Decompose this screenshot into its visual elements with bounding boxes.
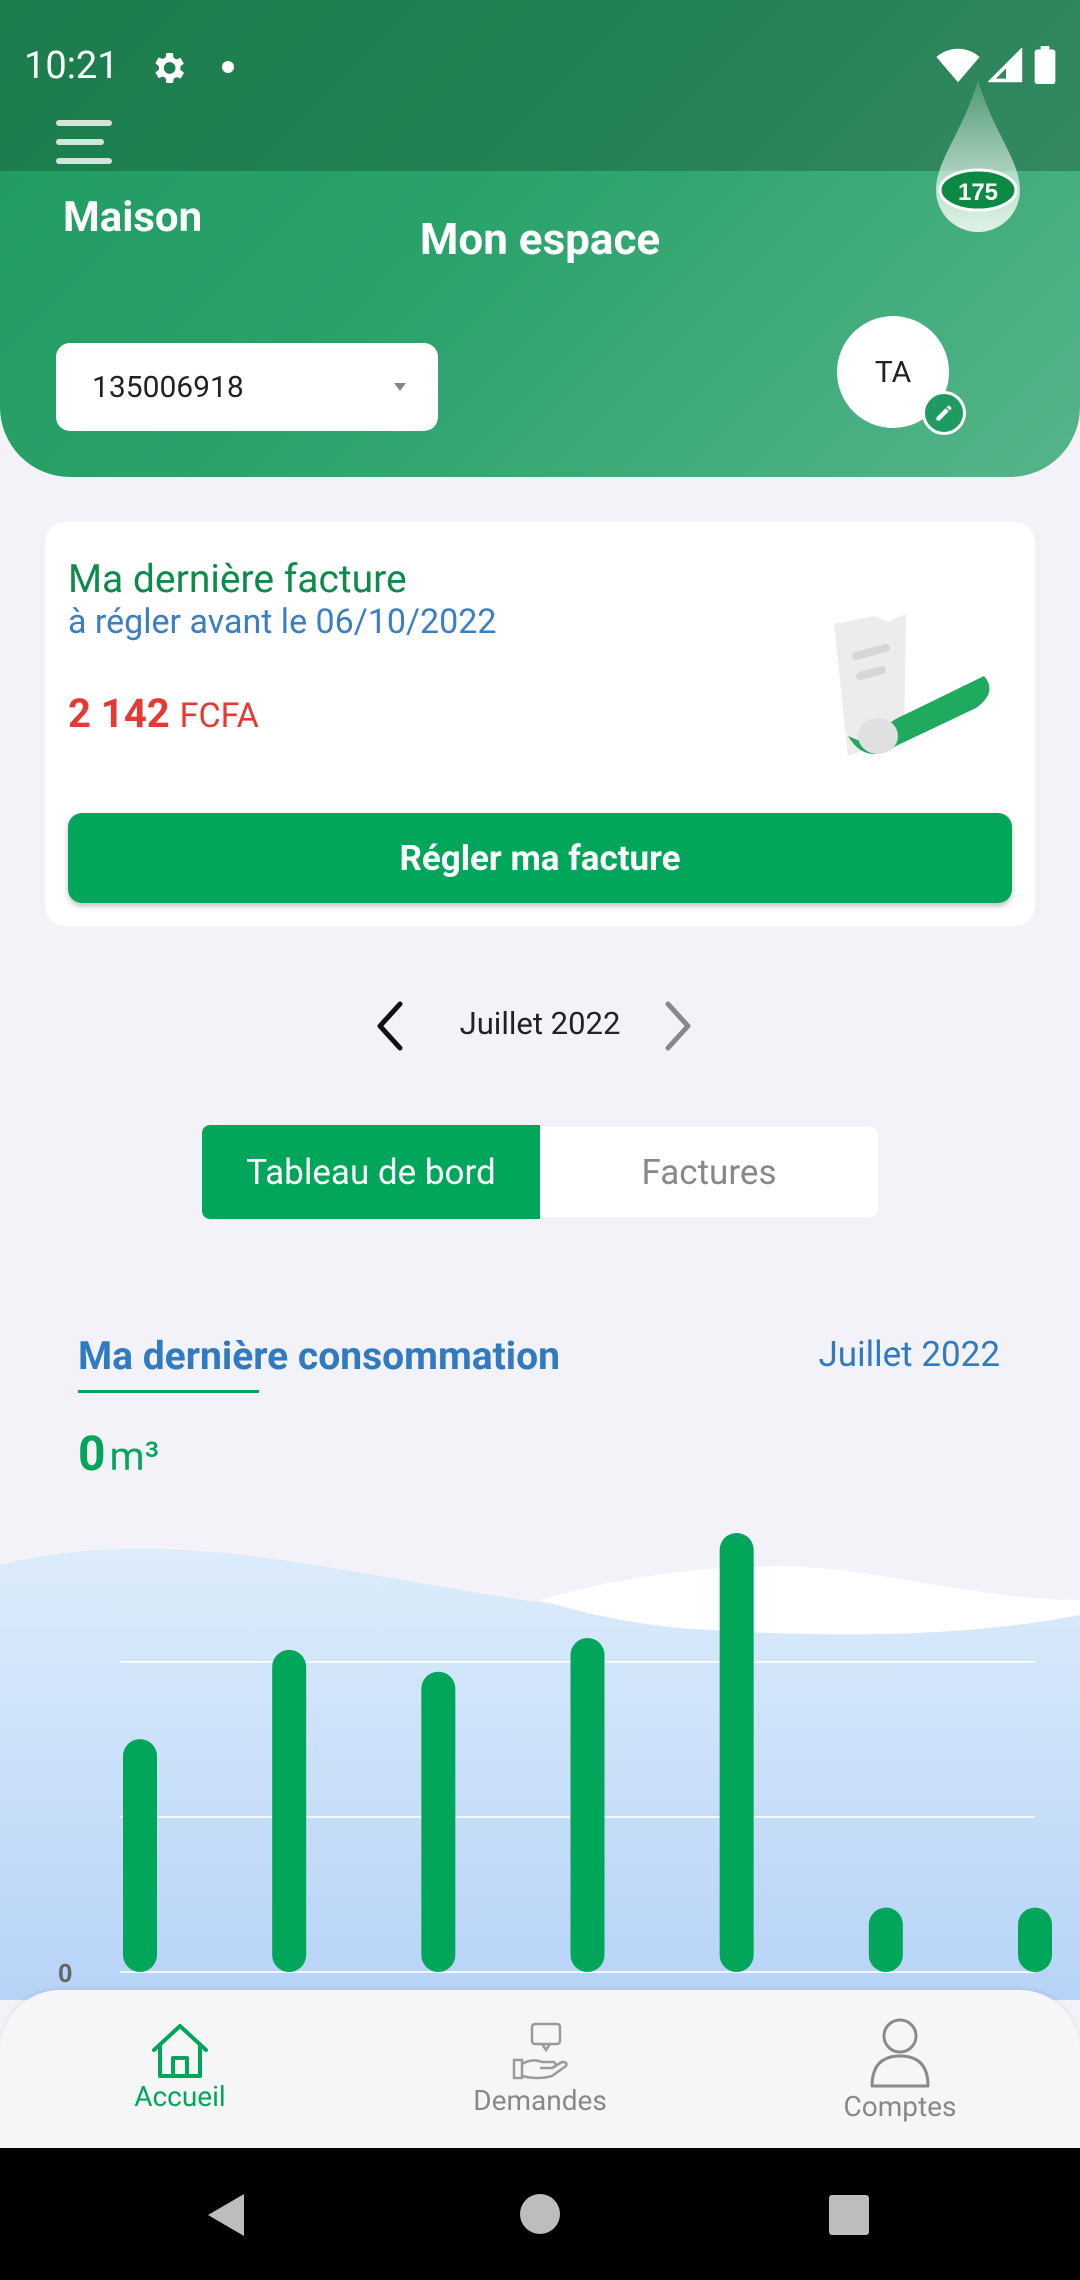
battery-icon	[1034, 46, 1056, 84]
home-icon	[152, 2024, 208, 2078]
chart-bar-3	[421, 1671, 456, 1972]
nav-requests[interactable]: Demandes	[460, 2020, 620, 2117]
notification-dot	[222, 61, 234, 73]
nav-accounts[interactable]: Comptes	[830, 2014, 970, 2123]
avatar-initials: TA	[874, 354, 912, 390]
account-icon	[870, 2018, 930, 2088]
account-number: 135006918	[92, 369, 244, 405]
back-icon[interactable]	[204, 2192, 248, 2238]
chart-bar-4	[570, 1637, 605, 1972]
invoice-title: Ma dernière facture	[68, 556, 407, 602]
menu-icon[interactable]	[56, 118, 112, 166]
title-underline	[78, 1390, 259, 1393]
consumption-unit: m³	[109, 1433, 160, 1480]
nav-home-label: Accueil	[134, 2080, 226, 2113]
pay-invoice-button[interactable]: Régler ma facture	[68, 813, 1012, 903]
previous-month-button[interactable]	[368, 996, 412, 1056]
y-tick-label: 0	[58, 1958, 72, 1988]
account-select[interactable]: 135006918	[56, 343, 438, 431]
consumption-chart: 0	[0, 1532, 1080, 2000]
nav-home[interactable]: Accueil	[110, 2020, 250, 2113]
signal-icon	[988, 48, 1023, 83]
chart-bar-7	[1018, 1907, 1052, 1972]
receipt-illustration	[834, 614, 990, 756]
month-label: Juillet 2022	[459, 1005, 621, 1042]
wifi-icon	[936, 48, 980, 83]
chart-bar-1	[123, 1739, 157, 1972]
requests-icon	[512, 2022, 568, 2080]
invoice-amount: 2 142 FCFA	[68, 690, 259, 737]
settings-icon	[155, 53, 184, 83]
brand-logo: 175	[936, 80, 1020, 232]
recents-icon[interactable]	[828, 2194, 870, 2236]
home-circle-icon[interactable]	[518, 2192, 562, 2236]
consumption-value-number: 0	[78, 1425, 106, 1482]
edit-avatar-button[interactable]	[922, 391, 966, 435]
chart-bar-6	[868, 1907, 903, 1972]
chart-bar-2	[272, 1649, 307, 1972]
nav-requests-label: Demandes	[473, 2084, 607, 2117]
next-month-button[interactable]	[656, 996, 700, 1056]
tab-dashboard[interactable]: Tableau de bord	[202, 1125, 540, 1219]
consumption-month: Juillet 2022	[818, 1334, 1000, 1375]
invoice-amount-value: 2 142	[68, 690, 170, 737]
chart-bar-5	[719, 1532, 754, 1972]
tab-invoices[interactable]: Factures	[540, 1127, 878, 1217]
status-time: 10:21	[24, 44, 119, 88]
consumption-value: 0 m³	[78, 1425, 159, 1482]
pencil-icon	[936, 405, 952, 421]
consumption-title: Ma dernière consommation	[78, 1333, 560, 1379]
bottom-nav: Accueil Demandes Comptes	[0, 1990, 1080, 2148]
system-nav-bar	[0, 2148, 1080, 2280]
invoice-currency: FCFA	[179, 696, 259, 736]
page-title: Mon espace	[419, 213, 661, 265]
brand-logo-text: 175	[958, 179, 998, 206]
invoice-due-date: à régler avant le 06/10/2022	[68, 602, 497, 642]
caret-down-icon	[394, 383, 406, 391]
nav-accounts-label: Comptes	[843, 2090, 957, 2123]
